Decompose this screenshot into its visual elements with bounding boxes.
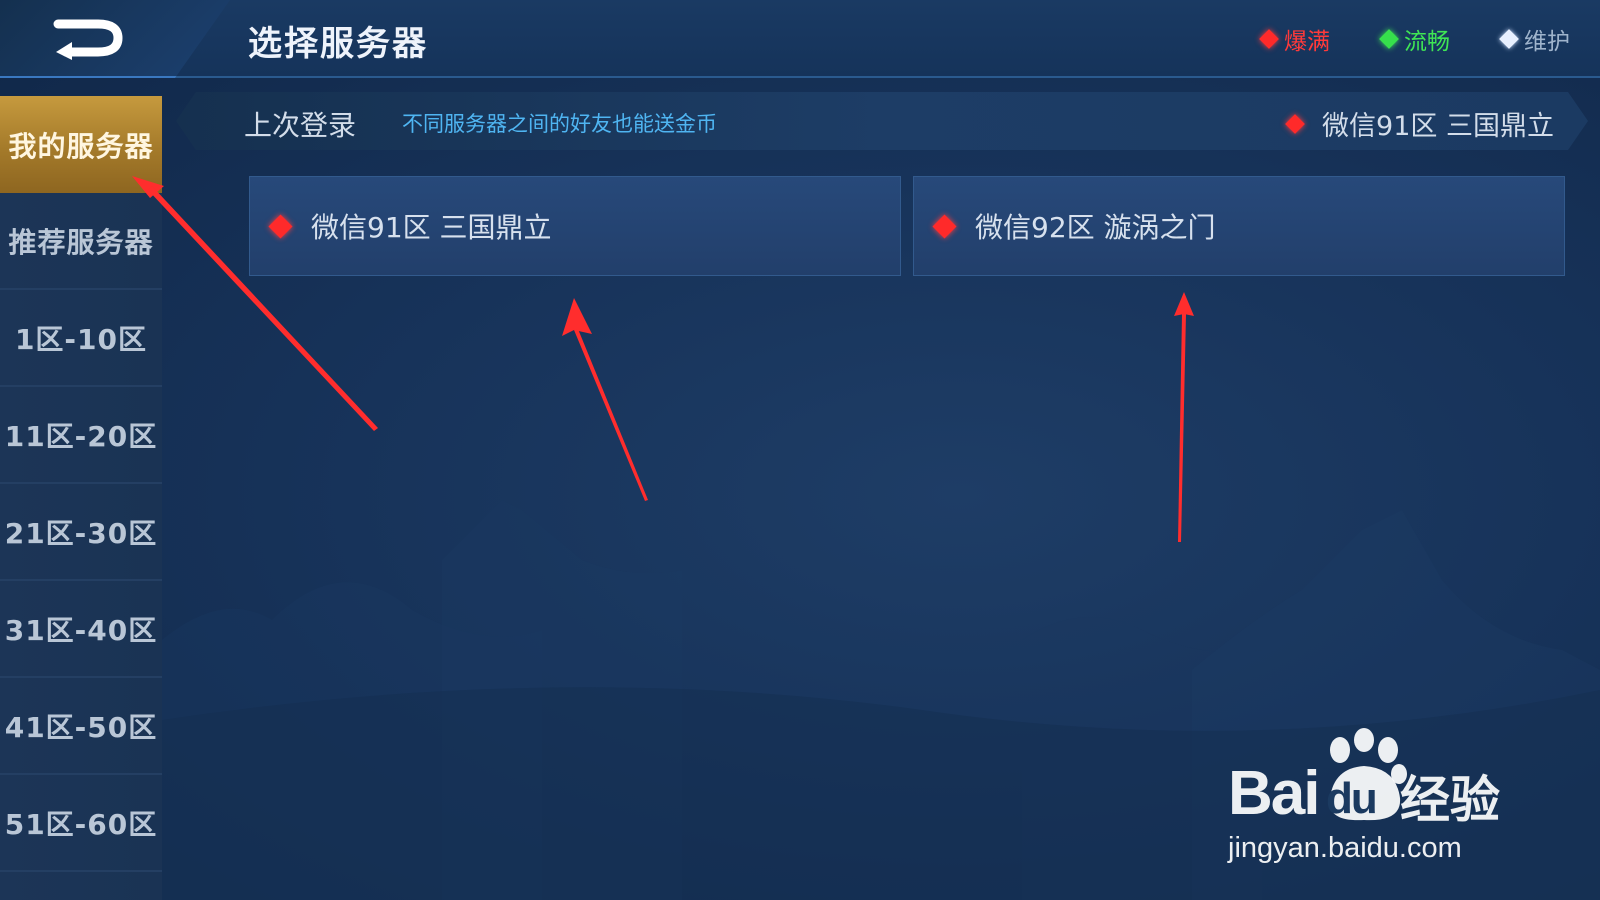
sidebar-item-range-11-20[interactable]: 11区-20区 xyxy=(0,387,162,484)
back-arrow-icon xyxy=(53,19,123,60)
full-status-icon xyxy=(268,213,293,239)
full-status-icon xyxy=(1285,113,1305,134)
hint-text: 不同服务器之间的好友也能送金币 xyxy=(402,112,717,136)
sidebar-item-label: 41区-50区 xyxy=(4,710,158,744)
legend-maintenance: 维护 xyxy=(1499,22,1570,56)
legend-smooth: 流畅 xyxy=(1379,22,1450,56)
baidu-jingyan-watermark: Bai du 经验 jingyan.baidu.com xyxy=(1228,728,1528,878)
server-name: 微信92区 漩涡之门 xyxy=(975,211,1216,244)
top-bar: 选择服务器 爆满 流畅 维护 xyxy=(0,0,1600,78)
server-card-2[interactable]: 微信92区 漩涡之门 xyxy=(913,176,1565,276)
maintenance-status-icon xyxy=(1499,29,1519,49)
sidebar-item-range-51-60[interactable]: 51区-60区 xyxy=(0,775,162,872)
legend-full: 爆满 xyxy=(1259,22,1330,56)
server-range-sidebar: 我的服务器 推荐服务器 1区-10区 11区-20区 21区-30区 31区-4… xyxy=(0,96,162,900)
full-status-icon xyxy=(1259,29,1279,49)
watermark-url: jingyan.baidu.com xyxy=(1228,832,1462,864)
sidebar-item-label: 21区-30区 xyxy=(4,516,158,550)
legend-maintenance-label: 维护 xyxy=(1524,29,1570,55)
sidebar-item-label: 31区-40区 xyxy=(4,613,158,647)
server-card-1[interactable]: 微信91区 三国鼎立 xyxy=(249,176,901,276)
sidebar-item-recommended[interactable]: 推荐服务器 xyxy=(0,193,162,290)
last-login-label: 上次登录 xyxy=(244,109,357,142)
sidebar-item-label: 推荐服务器 xyxy=(8,225,154,259)
sidebar-item-my-servers[interactable]: 我的服务器 xyxy=(0,96,162,193)
watermark-brand-du: du xyxy=(1326,774,1378,823)
sidebar-item-range-41-50[interactable]: 41区-50区 xyxy=(0,678,162,775)
last-login-server-name: 微信91区 三国鼎立 xyxy=(1322,111,1554,142)
sidebar-item-range-21-30[interactable]: 21区-30区 xyxy=(0,484,162,581)
legend-smooth-label: 流畅 xyxy=(1404,29,1450,55)
last-login-strip: 上次登录 不同服务器之间的好友也能送金币 微信91区 三国鼎立 xyxy=(176,92,1588,150)
sidebar-item-label: 1区-10区 xyxy=(14,322,148,356)
sidebar-item-range-31-40[interactable]: 31区-40区 xyxy=(0,581,162,678)
sidebar-item-range-1-10[interactable]: 1区-10区 xyxy=(0,290,162,387)
watermark-brand-jingyan: 经验 xyxy=(1400,771,1500,829)
back-button[interactable] xyxy=(0,0,230,78)
watermark-brand-bai: Bai xyxy=(1228,759,1320,828)
sidebar-item-label: 我的服务器 xyxy=(8,129,154,163)
status-legend: 爆满 流畅 维护 xyxy=(1259,22,1570,56)
full-status-icon xyxy=(932,213,957,239)
legend-full-label: 爆满 xyxy=(1284,29,1330,55)
smooth-status-icon xyxy=(1379,29,1399,49)
page-title: 选择服务器 xyxy=(248,24,428,64)
last-login-server[interactable]: 微信91区 三国鼎立 xyxy=(1285,104,1554,143)
server-name: 微信91区 三国鼎立 xyxy=(311,211,552,244)
sidebar-item-label: 51区-60区 xyxy=(4,807,158,841)
sidebar-item-label: 11区-20区 xyxy=(4,419,158,453)
